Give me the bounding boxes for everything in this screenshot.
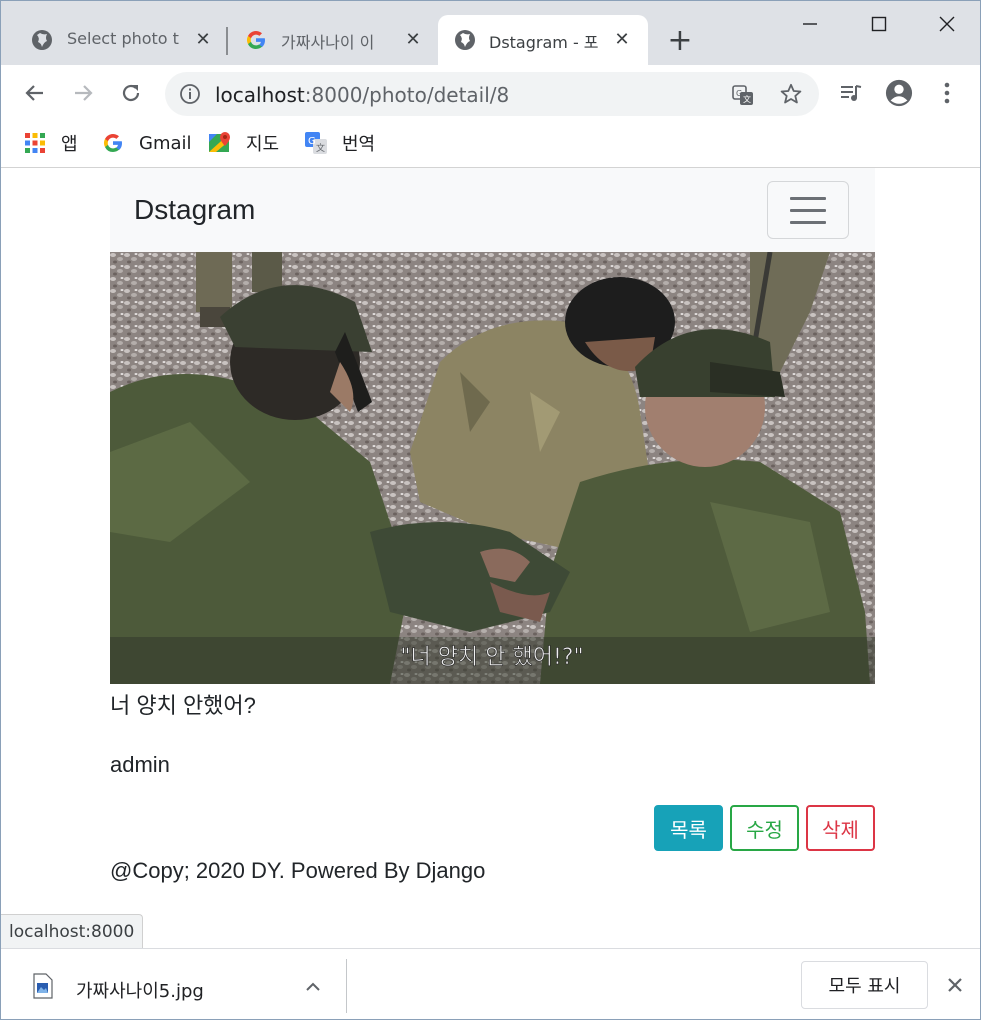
navbar-toggler-button[interactable] bbox=[767, 181, 849, 239]
bookmark-translate[interactable]: G 文 번역 bbox=[304, 127, 375, 159]
svg-text:文: 文 bbox=[743, 94, 751, 104]
delete-button[interactable]: 삭제 bbox=[806, 805, 875, 851]
hamburger-icon-bar bbox=[790, 221, 826, 224]
download-shelf: 가짜사나이5.jpg 모두 표시 bbox=[1, 948, 980, 1019]
tab-title: Dstagram - 포 bbox=[489, 33, 599, 52]
close-tab-icon[interactable]: ✕ bbox=[191, 27, 215, 51]
svg-text:G: G bbox=[736, 89, 742, 98]
arrow-right-icon bbox=[75, 85, 93, 101]
post-photo: "너 양치 안 했어!?" bbox=[110, 252, 875, 684]
bookmarks-bar: 앱 Gmail 지도 G 文 번역 bbox=[1, 121, 980, 168]
bookmark-apps[interactable]: 앱 bbox=[23, 127, 78, 159]
shelf-divider bbox=[346, 959, 347, 1013]
playlist-icon bbox=[841, 85, 862, 101]
media-control-button[interactable] bbox=[837, 79, 865, 107]
maps-icon bbox=[208, 131, 232, 155]
bookmark-label: Gmail bbox=[139, 132, 192, 154]
hamburger-icon-bar bbox=[790, 209, 826, 212]
star-icon[interactable] bbox=[779, 82, 803, 106]
browser-window: Select photo t ✕ 가짜사나이 이 ✕ Dstagram - 포 … bbox=[0, 0, 981, 1020]
tab-google-search[interactable]: 가짜사나이 이 ✕ bbox=[215, 15, 437, 65]
download-item[interactable]: 가짜사나이5.jpg bbox=[1, 949, 346, 1019]
bookmark-maps[interactable]: 지도 bbox=[208, 127, 279, 159]
bookmark-label: 번역 bbox=[342, 134, 376, 155]
svg-text:G: G bbox=[308, 136, 316, 147]
browser-toolbar: localhost:8000/photo/detail/8 G文 bbox=[1, 65, 980, 121]
tab-select-photo[interactable]: Select photo t ✕ bbox=[1, 15, 223, 65]
status-bubble: localhost:8000 bbox=[1, 914, 144, 948]
url-path: :8000/photo/detail/8 bbox=[304, 83, 510, 107]
tab-strip: Select photo t ✕ 가짜사나이 이 ✕ Dstagram - 포 … bbox=[1, 1, 980, 65]
address-bar[interactable]: localhost:8000/photo/detail/8 G文 bbox=[165, 72, 819, 116]
info-icon[interactable] bbox=[179, 83, 201, 105]
minimize-button[interactable] bbox=[790, 9, 830, 39]
menu-button[interactable] bbox=[933, 79, 961, 107]
close-icon bbox=[939, 16, 955, 32]
close-icon[interactable] bbox=[943, 973, 967, 997]
site-navbar: Dstagram bbox=[110, 168, 875, 252]
minimize-icon bbox=[803, 23, 817, 25]
list-button[interactable]: 목록 bbox=[654, 805, 723, 851]
apps-grid-icon bbox=[23, 131, 47, 155]
post-author: admin bbox=[110, 752, 170, 777]
translate-icon: G 文 bbox=[304, 131, 328, 155]
download-filename: 가짜사나이5.jpg bbox=[76, 981, 204, 1002]
close-window-button[interactable] bbox=[927, 9, 967, 39]
maximize-icon bbox=[871, 16, 887, 32]
url-host: localhost bbox=[215, 83, 305, 107]
account-icon bbox=[885, 79, 913, 107]
reload-button[interactable] bbox=[117, 79, 145, 107]
chevron-up-icon[interactable] bbox=[301, 975, 325, 999]
google-icon bbox=[101, 131, 125, 155]
url-text: localhost:8000/photo/detail/8 bbox=[215, 83, 509, 107]
google-icon bbox=[247, 31, 266, 49]
tab-title: Select photo t bbox=[67, 29, 179, 48]
globe-icon bbox=[455, 30, 475, 50]
more-vertical-icon bbox=[944, 82, 950, 104]
globe-icon bbox=[32, 30, 52, 50]
hamburger-icon-bar bbox=[790, 197, 826, 200]
site-brand[interactable]: Dstagram bbox=[134, 194, 255, 226]
image-file-icon bbox=[33, 973, 53, 999]
new-tab-button[interactable]: + bbox=[665, 26, 695, 57]
close-tab-icon[interactable]: ✕ bbox=[610, 27, 634, 51]
page-footer: @Copy; 2020 DY. Powered By Django bbox=[110, 858, 486, 883]
tab-title: 가짜사나이 이 bbox=[281, 33, 375, 52]
tab-dstagram[interactable]: Dstagram - 포 ✕ bbox=[438, 15, 648, 65]
show-all-downloads-button[interactable]: 모두 표시 bbox=[801, 961, 928, 1009]
edit-button[interactable]: 수정 bbox=[730, 805, 799, 851]
post-photo-image: "너 양치 안 했어!?" bbox=[110, 252, 875, 684]
bookmark-label: 지도 bbox=[246, 134, 280, 155]
photo-subtitle-overlay: "너 양치 안 했어!?" bbox=[400, 645, 583, 670]
svg-text:文: 文 bbox=[316, 142, 325, 154]
forward-button[interactable] bbox=[69, 79, 97, 107]
profile-button[interactable] bbox=[885, 79, 913, 107]
post-text: 너 양치 안했어? bbox=[110, 693, 256, 718]
reload-icon bbox=[122, 84, 140, 102]
page-viewport: Dstagram "너 양치 안 했어!?" 너 양치 안했어? admin 목… bbox=[1, 168, 980, 948]
bookmark-label: 앱 bbox=[61, 134, 78, 155]
maximize-button[interactable] bbox=[859, 9, 899, 39]
back-button[interactable] bbox=[21, 79, 49, 107]
translate-icon[interactable]: G文 bbox=[731, 83, 755, 107]
close-tab-icon[interactable]: ✕ bbox=[401, 27, 425, 51]
bookmark-gmail[interactable]: Gmail bbox=[101, 127, 192, 159]
arrow-left-icon bbox=[25, 85, 43, 101]
